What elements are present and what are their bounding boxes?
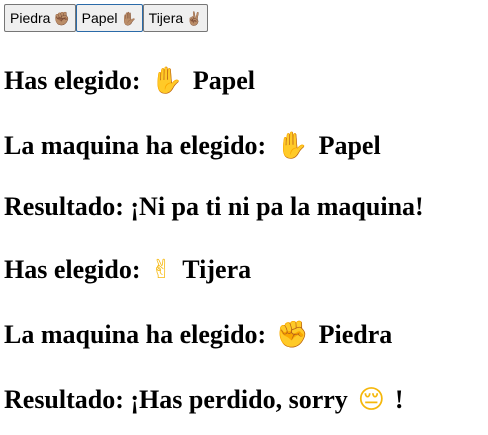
paper-button-label: Papel (81, 10, 118, 26)
raised-hand-icon: ✋🏽 (120, 10, 137, 26)
choice-button-group: Piedra ✊🏽 Papel ✋🏽 Tijera ✌🏽 (4, 4, 209, 32)
rock-button-label: Piedra (10, 10, 51, 26)
result-line-1: Resultado: ¡Ni pa ti ni pa la maquina! (4, 192, 424, 222)
paper-button[interactable]: Papel ✋🏽 (75, 4, 143, 32)
result-text: Resultado: ¡Ni pa ti ni pa la maquina! (4, 192, 424, 221)
machine-choice-prefix: La maquina ha elegido: (4, 320, 267, 349)
machine-choice-value: Piedra (318, 320, 393, 349)
machine-choice-line-1: La maquina ha elegido: ✋ Papel (4, 131, 381, 161)
fist-icon: ✊ (276, 320, 309, 350)
rock-button[interactable]: Piedra ✊🏽 (4, 4, 76, 32)
scissors-button[interactable]: Tijera ✌🏽 (142, 4, 209, 32)
user-choice-value: Papel (192, 66, 255, 95)
user-choice-prefix: Has elegido: (4, 66, 141, 95)
pensive-face-icon: 😔 (357, 385, 385, 415)
result-text: Resultado: ¡Has perdido, sorry (4, 385, 348, 414)
user-choice-value: Tijera (182, 255, 252, 284)
user-choice-line-2: Has elegido: ✌ Tijera (4, 255, 251, 285)
user-choice-line-1: Has elegido: ✋ Papel (4, 66, 255, 96)
scissors-button-label: Tijera (148, 10, 184, 26)
machine-choice-value: Papel (318, 131, 381, 160)
result-line-2: Resultado: ¡Has perdido, sorry 😔 ! (4, 385, 404, 415)
machine-choice-prefix: La maquina ha elegido: (4, 131, 267, 160)
raised-hand-icon: ✋ (150, 66, 183, 96)
victory-hand-icon: ✌🏽 (186, 10, 203, 26)
result-suffix: ! (394, 385, 404, 414)
victory-hand-icon: ✌ (150, 255, 173, 285)
user-choice-prefix: Has elegido: (4, 255, 141, 284)
machine-choice-line-2: La maquina ha elegido: ✊ Piedra (4, 320, 392, 350)
raised-hand-icon: ✋ (276, 131, 309, 161)
fist-icon: ✊🏽 (53, 10, 70, 26)
